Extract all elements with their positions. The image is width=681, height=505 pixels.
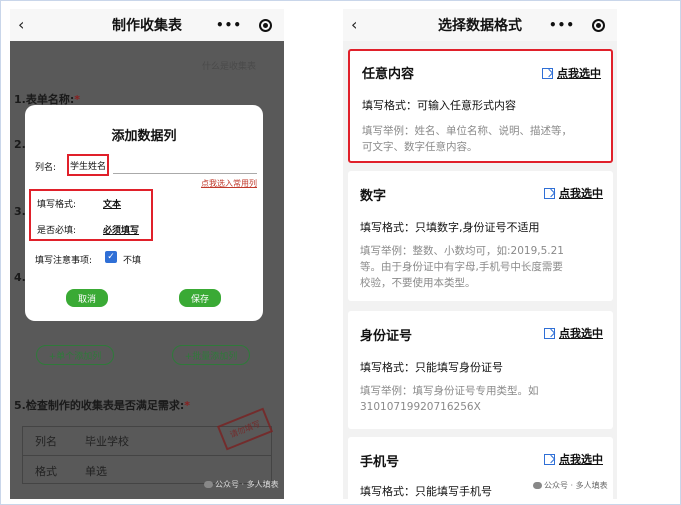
notes-checkbox[interactable]: ✓ xyxy=(105,251,117,263)
checkbox-icon xyxy=(542,67,553,79)
page-title: 制作收集表 xyxy=(112,18,182,34)
column-name-label: 列名: xyxy=(35,163,57,173)
format-card-any[interactable]: 任意内容 点我选中 填写格式：可输入任意形式内容 填写举例：姓名、单位名称、说明… xyxy=(348,49,613,163)
table-cell: 列名 xyxy=(35,435,57,448)
card-title: 身份证号 xyxy=(360,329,413,344)
card-title: 任意内容 xyxy=(362,67,415,82)
notes-label: 填写注意事项: xyxy=(35,256,93,266)
card-title: 数字 xyxy=(360,189,387,204)
table-cell: 毕业学校 xyxy=(85,435,129,448)
back-icon[interactable]: ‹ xyxy=(18,15,24,34)
select-button[interactable]: 点我选中 xyxy=(544,451,603,467)
card-example: 填写举例：整数、小数均可，如:2019,5.21 等。由于身份证中有字母,手机号… xyxy=(360,245,564,289)
format-label: 填写格式: xyxy=(37,200,77,210)
card-format: 填写格式：只能填写身份证号 xyxy=(360,361,503,374)
add-single-column-button[interactable]: +单个添加列 xyxy=(36,345,114,365)
format-value[interactable]: 文本 xyxy=(103,197,121,210)
select-button[interactable]: 点我选中 xyxy=(542,65,601,81)
close-target-icon[interactable] xyxy=(259,18,272,32)
close-target-icon[interactable] xyxy=(592,18,605,32)
column-name-input[interactable]: 学生姓名 xyxy=(67,154,109,176)
select-button[interactable]: 点我选中 xyxy=(544,185,603,201)
required-label: 是否必填: xyxy=(37,226,77,236)
card-format: 填写格式：可输入任意形式内容 xyxy=(362,99,516,112)
select-button[interactable]: 点我选中 xyxy=(544,325,603,341)
card-example: 填写举例：填写身份证号专用类型。如 31010719920716256X xyxy=(360,385,539,413)
input-underline xyxy=(113,173,257,174)
save-button[interactable]: 保存 xyxy=(179,289,221,307)
card-title: 手机号 xyxy=(360,455,400,470)
card-example: 填写举例：姓名、单位名称、说明、描述等， 可文字、数字任意内容。 xyxy=(362,125,572,153)
required-value[interactable]: 必须填写 xyxy=(103,223,139,236)
left-phone-screen: ‹ 制作收集表 ••• 什么是收集表 1.表单名称:* 2. 3. 4. +单个… xyxy=(10,9,284,499)
card-format: 填写格式：只能填写手机号 xyxy=(360,485,492,498)
mini-program-capsule: ••• xyxy=(212,15,276,35)
format-card-number[interactable]: 数字 点我选中 填写格式：只填数字,身份证号不适用 填写举例：整数、小数均可，如… xyxy=(348,171,613,301)
checkbox-icon xyxy=(544,453,555,465)
pick-common-column-link[interactable]: 点我选入常用列 xyxy=(201,178,257,189)
card-format: 填写格式：只填数字,身份证号不适用 xyxy=(360,221,540,234)
add-batch-column-button[interactable]: +批量添加列 xyxy=(172,345,250,365)
screenshot-frame: ‹ 制作收集表 ••• 什么是收集表 1.表单名称:* 2. 3. 4. +单个… xyxy=(0,0,681,505)
dialog-title: 添加数据列 xyxy=(111,129,177,144)
watermark: 公众号 · 多人填表 xyxy=(533,480,608,491)
mini-program-capsule: ••• xyxy=(545,15,609,35)
wechat-icon xyxy=(204,481,213,488)
notes-value: 不填 xyxy=(123,256,142,266)
page-title: 选择数据格式 xyxy=(438,18,522,34)
nav-bar: ‹ 选择数据格式 ••• xyxy=(343,9,617,41)
back-icon[interactable]: ‹ xyxy=(351,15,357,34)
format-card-id[interactable]: 身份证号 点我选中 填写格式：只能填写身份证号 填写举例：填写身份证号专用类型。… xyxy=(348,311,613,429)
more-icon[interactable]: ••• xyxy=(216,18,242,32)
cancel-button[interactable]: 取消 xyxy=(66,289,108,307)
watermark: 公众号 · 多人填表 xyxy=(204,479,279,490)
more-icon[interactable]: ••• xyxy=(549,18,575,32)
checkbox-icon xyxy=(544,327,555,339)
add-column-dialog: 添加数据列 列名: 学生姓名 点我选入常用列 填写格式: 文本 是否必填: 必须… xyxy=(25,105,263,321)
wechat-icon xyxy=(533,482,542,489)
right-phone-screen: ‹ 选择数据格式 ••• 任意内容 点我选中 填写格式：可输入任意形式内容 填写… xyxy=(343,9,617,499)
table-cell: 格式 xyxy=(35,464,57,478)
help-link[interactable]: 什么是收集表 xyxy=(202,59,256,72)
nav-bar: ‹ 制作收集表 ••• xyxy=(10,9,284,41)
checkbox-icon xyxy=(544,187,555,199)
q5-label: 5.检查制作的收集表是否满足需求:* xyxy=(14,399,190,412)
table-cell: 单选 xyxy=(85,464,107,478)
